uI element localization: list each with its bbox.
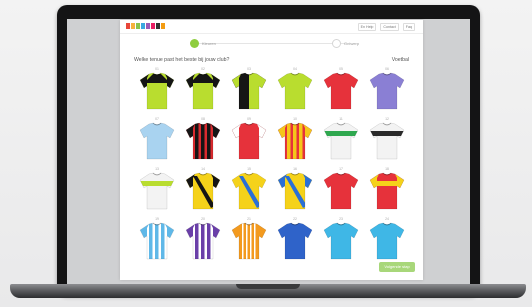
step-1-label: Kleuren: [202, 41, 216, 46]
jersey-number: 22: [293, 217, 297, 221]
jersey-icon: [277, 122, 313, 160]
jersey-icon: [185, 72, 221, 110]
logo-block: [161, 23, 165, 29]
jersey-icon: [139, 122, 175, 160]
jersey-option[interactable]: 20: [180, 217, 226, 263]
jersey-icon: [231, 72, 267, 110]
jersey-number: 11: [339, 117, 343, 121]
logo-block: [146, 23, 150, 29]
jersey-icon: [277, 172, 313, 210]
jersey-option[interactable]: 07: [134, 117, 180, 163]
jersey-number: 07: [155, 117, 159, 121]
jersey-option[interactable]: 17: [318, 167, 364, 213]
jersey-icon: [323, 222, 359, 260]
jersey-option[interactable]: 12: [364, 117, 410, 163]
jersey-icon: [185, 222, 221, 260]
jersey-option[interactable]: 18: [364, 167, 410, 213]
step-progress: Kleuren Ontwerp: [120, 35, 423, 51]
jersey-number: 13: [155, 167, 159, 171]
jersey-number: 10: [293, 117, 297, 121]
nav-link-contact[interactable]: Contact: [380, 23, 399, 31]
jersey-option[interactable]: 21: [226, 217, 272, 263]
jersey-option[interactable]: 19: [134, 217, 180, 263]
jersey-number: 09: [247, 117, 251, 121]
jersey-number: 02: [201, 67, 205, 71]
logo-block: [156, 23, 160, 29]
jersey-number: 15: [247, 167, 251, 171]
jersey-option[interactable]: 14: [180, 167, 226, 213]
jersey-number: 05: [339, 67, 343, 71]
jersey-number: 20: [201, 217, 205, 221]
webpage: En Help Contact Faq Kleuren Ontwerp Welk…: [120, 20, 423, 280]
jersey-icon: [231, 172, 267, 210]
next-step-button[interactable]: Volgende stap: [379, 262, 415, 272]
jersey-number: 23: [339, 217, 343, 221]
jersey-number: 16: [293, 167, 297, 171]
jersey-icon: [185, 122, 221, 160]
logo-block: [151, 23, 155, 29]
logo-block: [131, 23, 135, 29]
step-connector: [198, 43, 346, 44]
jersey-number: 17: [339, 167, 343, 171]
jersey-option[interactable]: 13: [134, 167, 180, 213]
jersey-option[interactable]: 22: [272, 217, 318, 263]
jersey-icon: [139, 222, 175, 260]
jersey-grid: 01 02 03 04 05 06 07 08 09 10 11 12 13 14 15 16 17 18 19 20…: [134, 67, 409, 265]
jersey-number: 19: [155, 217, 159, 221]
jersey-option[interactable]: 05: [318, 67, 364, 113]
top-nav: En Help Contact Faq: [357, 23, 415, 31]
logo-block: [141, 23, 145, 29]
jersey-option[interactable]: 09: [226, 117, 272, 163]
step-1-indicator[interactable]: [190, 39, 199, 48]
step-2-indicator[interactable]: [332, 39, 341, 48]
jersey-option[interactable]: 23: [318, 217, 364, 263]
laptop-notch: [236, 284, 300, 289]
jersey-icon: [369, 122, 405, 160]
jersey-icon: [369, 72, 405, 110]
jersey-number: 12: [385, 117, 389, 121]
jersey-option[interactable]: 24: [364, 217, 410, 263]
step-2-label: Ontwerp: [344, 41, 360, 46]
jersey-option[interactable]: 04: [272, 67, 318, 113]
jersey-icon: [369, 222, 405, 260]
jersey-option[interactable]: 11: [318, 117, 364, 163]
jersey-icon: [323, 72, 359, 110]
jersey-number: 08: [201, 117, 205, 121]
jersey-number: 14: [201, 167, 205, 171]
nav-link-faq[interactable]: Faq: [402, 23, 415, 31]
top-bar: En Help Contact Faq: [120, 20, 423, 34]
jersey-icon: [323, 172, 359, 210]
photo-background: En Help Contact Faq Kleuren Ontwerp Welk…: [0, 0, 532, 307]
jersey-option[interactable]: 02: [180, 67, 226, 113]
jersey-option[interactable]: 15: [226, 167, 272, 213]
sport-label: Voetbal: [391, 57, 409, 63]
jersey-number: 18: [385, 167, 389, 171]
jersey-option[interactable]: 01: [134, 67, 180, 113]
jersey-icon: [323, 122, 359, 160]
jersey-icon: [139, 172, 175, 210]
jersey-number: 21: [247, 217, 251, 221]
jersey-option[interactable]: 08: [180, 117, 226, 163]
brand-logo[interactable]: [126, 23, 165, 29]
jersey-number: 06: [385, 67, 389, 71]
jersey-number: 04: [293, 67, 297, 71]
jersey-option[interactable]: 10: [272, 117, 318, 163]
jersey-icon: [277, 72, 313, 110]
jersey-icon: [231, 222, 267, 260]
jersey-number: 01: [155, 67, 159, 71]
logo-block: [136, 23, 140, 29]
logo-block: [126, 23, 130, 29]
jersey-icon: [139, 72, 175, 110]
jersey-icon: [185, 172, 221, 210]
nav-link-help[interactable]: En Help: [357, 23, 377, 31]
jersey-option[interactable]: 06: [364, 67, 410, 113]
jersey-number: 24: [385, 217, 389, 221]
jersey-icon: [277, 222, 313, 260]
jersey-option[interactable]: 03: [226, 67, 272, 113]
jersey-number: 03: [247, 67, 251, 71]
jersey-option[interactable]: 16: [272, 167, 318, 213]
instruction-text: Welke tenue past het beste bij jouw club…: [134, 57, 230, 63]
jersey-icon: [369, 172, 405, 210]
jersey-icon: [231, 122, 267, 160]
